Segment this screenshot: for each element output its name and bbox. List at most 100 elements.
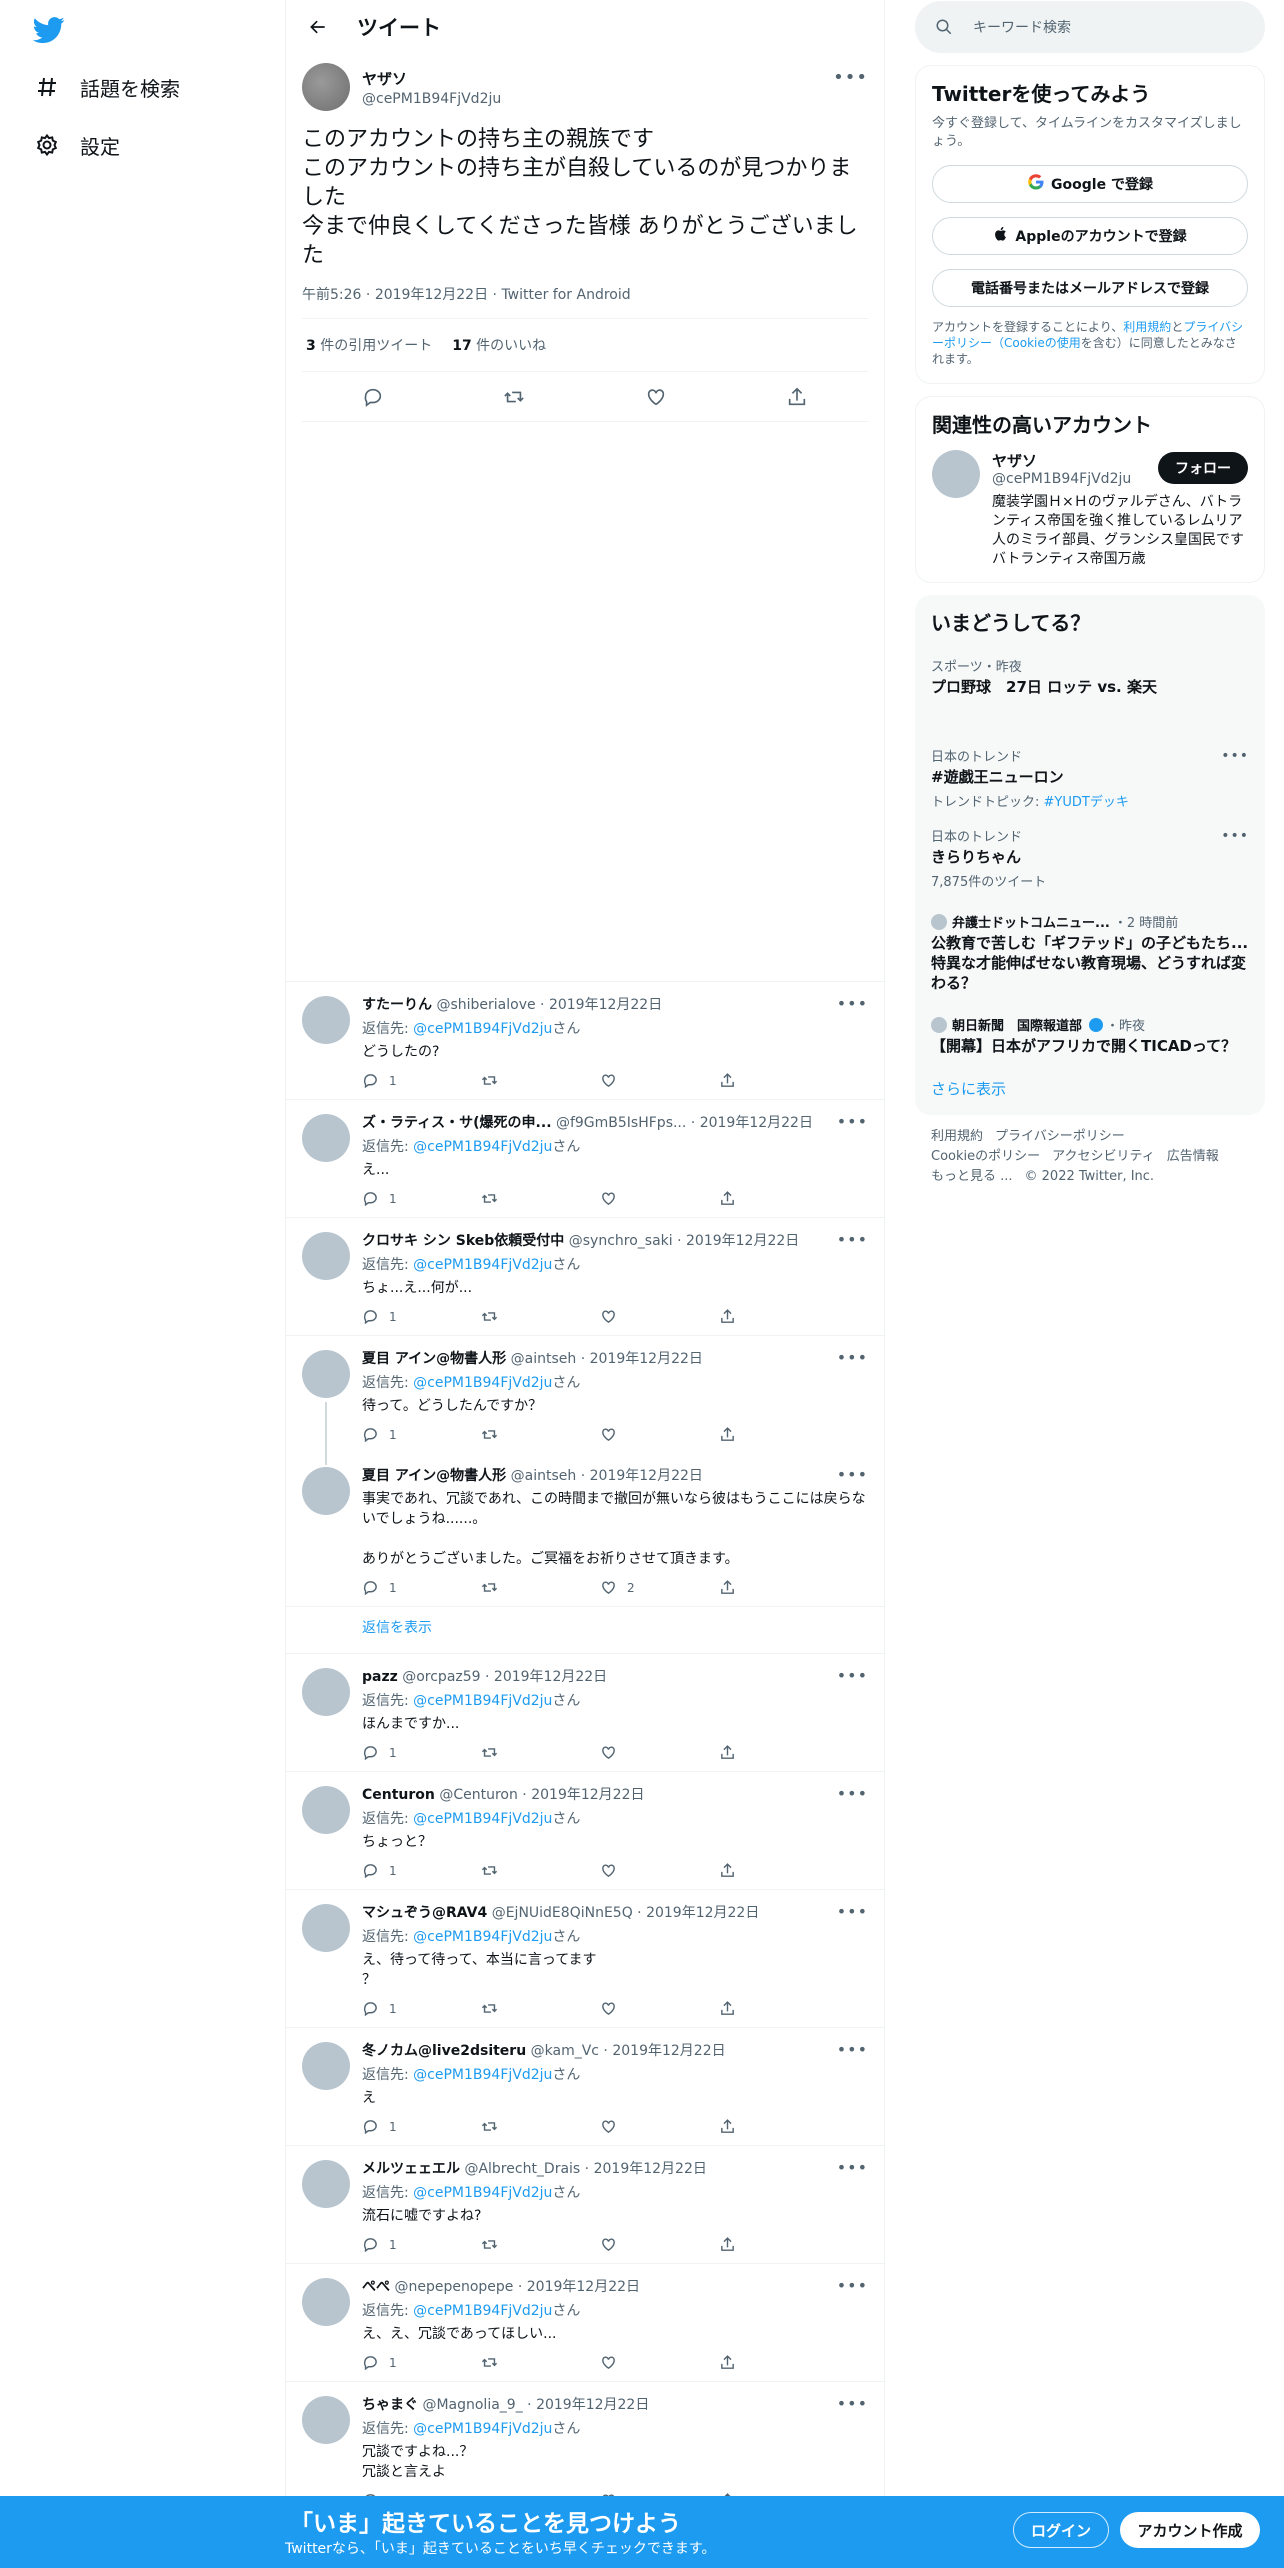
reply-author-handle[interactable]: @Albrecht_Drais xyxy=(464,2161,580,2177)
more-options-icon[interactable]: ••• xyxy=(1221,828,1249,844)
reply-tweet[interactable]: ズ・ラティス・サ(爆死の申... @f9GmB5IsHFps... · 2019… xyxy=(286,1100,884,1218)
reply-date[interactable]: 2019年12月22日 xyxy=(646,1905,759,1921)
retweet-button[interactable] xyxy=(481,1190,600,1207)
news-item[interactable]: 朝日新聞 国際報道部 ・昨夜 【開幕】日本がアフリカで開くTICADって？ xyxy=(915,1007,1265,1064)
avatar[interactable] xyxy=(302,1786,350,1834)
reply-author-handle[interactable]: @shiberialove xyxy=(436,997,535,1013)
like-button[interactable] xyxy=(600,1744,719,1761)
share-button[interactable] xyxy=(719,1190,838,1207)
reply-author-name[interactable]: すたーりん xyxy=(362,997,432,1013)
reply-tweet[interactable]: すたーりん @shiberialove · 2019年12月22日 ••• 返信先:… xyxy=(286,982,884,1100)
related-account[interactable]: ヤザソ @cePM1B94FjVd2ju 魔装学園Ｈ×Ｈのヴァルデさん、バトラン… xyxy=(932,450,1248,570)
share-button[interactable] xyxy=(719,2118,838,2135)
avatar[interactable] xyxy=(302,2160,350,2208)
reply-author-name[interactable]: pazz xyxy=(362,1669,398,1685)
trend-topic-link[interactable]: #YUDTデッキ xyxy=(1044,795,1129,810)
back-arrow-icon[interactable] xyxy=(303,12,333,42)
more-options-icon[interactable]: ••• xyxy=(837,1465,868,1484)
reply-date[interactable]: 2019年12月22日 xyxy=(612,2043,725,2059)
reply-to-link[interactable]: @cePM1B94FjVd2ju xyxy=(413,2067,552,2083)
reply-button[interactable]: 1 xyxy=(362,1862,481,1879)
reply-to-link[interactable]: @cePM1B94FjVd2ju xyxy=(413,1139,552,1155)
reply-author-name[interactable]: 夏目 アイン@物書人形 xyxy=(362,1468,506,1484)
trend-item[interactable]: 日本のトレンド きらりちゃん 7,875件のツイート ••• xyxy=(915,818,1265,898)
avatar[interactable] xyxy=(302,2396,350,2444)
reply-button[interactable]: 1 xyxy=(362,2354,481,2371)
share-button[interactable] xyxy=(719,1426,838,1443)
reply-button[interactable]: 1 xyxy=(362,2236,481,2253)
reply-to-link[interactable]: @cePM1B94FjVd2ju xyxy=(413,1929,552,1945)
reply-tweet[interactable]: ぺぺ @nepepenopepe · 2019年12月22日 ••• 返信先: @c… xyxy=(286,2264,884,2382)
reply-author-handle[interactable]: @orcpaz59 xyxy=(402,1669,480,1685)
retweet-button[interactable] xyxy=(481,1862,600,1879)
share-button[interactable] xyxy=(719,2354,838,2371)
share-button[interactable] xyxy=(719,2000,838,2017)
terms-link[interactable]: 利用規約 xyxy=(1123,320,1171,334)
retweet-button[interactable] xyxy=(481,1072,600,1089)
reply-to-link[interactable]: @cePM1B94FjVd2ju xyxy=(413,1375,552,1391)
more-options-icon[interactable]: ••• xyxy=(1221,748,1249,764)
reply-button[interactable]: 1 xyxy=(362,1426,481,1443)
more-options-icon[interactable]: ••• xyxy=(837,1666,868,1685)
retweet-button[interactable] xyxy=(481,2000,600,2017)
like-button[interactable]: 2 xyxy=(600,1579,719,1596)
reply-to-link[interactable]: @cePM1B94FjVd2ju xyxy=(413,2303,552,2319)
more-options-icon[interactable]: ••• xyxy=(837,2040,868,2059)
share-button[interactable] xyxy=(719,1072,838,1089)
reply-button[interactable]: 1 xyxy=(362,2118,481,2135)
avatar[interactable] xyxy=(302,1467,350,1515)
reply-button[interactable]: 1 xyxy=(362,1579,481,1596)
reply-author-handle[interactable]: @nepepenopepe xyxy=(394,2279,513,2295)
reply-date[interactable]: 2019年12月22日 xyxy=(527,2279,640,2295)
follow-button[interactable]: フォロー xyxy=(1158,452,1248,484)
avatar[interactable] xyxy=(302,1350,350,1398)
like-button[interactable] xyxy=(600,1190,719,1207)
nav-settings[interactable]: 設定 xyxy=(34,125,120,165)
more-options-icon[interactable]: ••• xyxy=(833,67,868,88)
news-item[interactable]: 弁護士ドットコムニュー... ・2 時間前 公教育で苦しむ「ギフテッド」の子どもた… xyxy=(915,904,1265,1001)
retweet-button[interactable] xyxy=(481,2236,600,2253)
more-options-icon[interactable]: ••• xyxy=(837,1902,868,1921)
reply-author-name[interactable]: クロサキ シン Skeb依頼受付中 xyxy=(362,1233,564,1249)
reply-author-name[interactable]: ぺぺ xyxy=(362,2279,390,2295)
footer-link[interactable]: アクセシビリティ xyxy=(1052,1149,1155,1164)
like-button[interactable] xyxy=(600,2236,719,2253)
reply-to-link[interactable]: @cePM1B94FjVd2ju xyxy=(413,1021,552,1037)
search-input[interactable]: キーワード検索 xyxy=(915,1,1265,53)
avatar[interactable] xyxy=(302,1668,350,1716)
more-options-icon[interactable]: ••• xyxy=(837,1112,868,1131)
reply-tweet[interactable]: 冬ノカム@live2dsiteru @kam_Vc · 2019年12月22日 •… xyxy=(286,2028,884,2146)
reply-date[interactable]: 2019年12月22日 xyxy=(594,2161,707,2177)
reply-date[interactable]: 2019年12月22日 xyxy=(494,1669,607,1685)
reply-date[interactable]: 2019年12月22日 xyxy=(686,1233,799,1249)
reply-to-link[interactable]: @cePM1B94FjVd2ju xyxy=(413,1811,552,1827)
share-button[interactable] xyxy=(719,1744,838,1761)
share-button[interactable] xyxy=(719,1308,838,1325)
reply-icon[interactable] xyxy=(362,386,384,408)
trend-item[interactable]: スポーツ・昨夜 プロ野球 27日 ロッテ vs. 楽天 xyxy=(915,648,1265,738)
share-button[interactable] xyxy=(719,2236,838,2253)
more-options-icon[interactable]: ••• xyxy=(837,1784,868,1803)
avatar[interactable] xyxy=(302,63,350,111)
tweet-date[interactable]: 2019年12月22日 xyxy=(375,287,488,303)
reply-button[interactable]: 1 xyxy=(362,1744,481,1761)
more-options-icon[interactable]: ••• xyxy=(837,994,868,1013)
reply-tweet[interactable]: 夏目 アイン@物書人形 @aintseh · 2019年12月22日 ••• 事実で… xyxy=(286,1453,884,1607)
reply-tweet[interactable]: クロサキ シン Skeb依頼受付中 @synchro_saki · 2019年1… xyxy=(286,1218,884,1336)
reply-date[interactable]: 2019年12月22日 xyxy=(531,1787,644,1803)
create-account-button[interactable]: アカウント作成 xyxy=(1120,2512,1260,2548)
author-handle[interactable]: @cePM1B94FjVd2ju xyxy=(362,91,501,107)
reply-author-name[interactable]: メルツェェエル xyxy=(362,2161,460,2177)
reply-author-name[interactable]: Centuron xyxy=(362,1787,435,1803)
reply-tweet[interactable]: 夏目 アイン@物書人形 @aintseh · 2019年12月22日 ••• 返信先… xyxy=(286,1336,884,1465)
more-options-icon[interactable]: ••• xyxy=(837,1348,868,1367)
like-button[interactable] xyxy=(600,2118,719,2135)
reply-author-name[interactable]: マシュぞう@RAV4 xyxy=(362,1905,487,1921)
twitter-logo-icon[interactable] xyxy=(32,14,65,46)
reply-author-name[interactable]: ズ・ラティス・サ(爆死の申... xyxy=(362,1115,552,1131)
reply-author-handle[interactable]: @aintseh xyxy=(511,1351,577,1367)
like-icon[interactable] xyxy=(645,386,667,408)
likes-link[interactable]: 17 件のいいね xyxy=(452,335,546,355)
more-options-icon[interactable]: ••• xyxy=(837,1230,868,1249)
reply-author-handle[interactable]: @aintseh xyxy=(511,1468,577,1484)
